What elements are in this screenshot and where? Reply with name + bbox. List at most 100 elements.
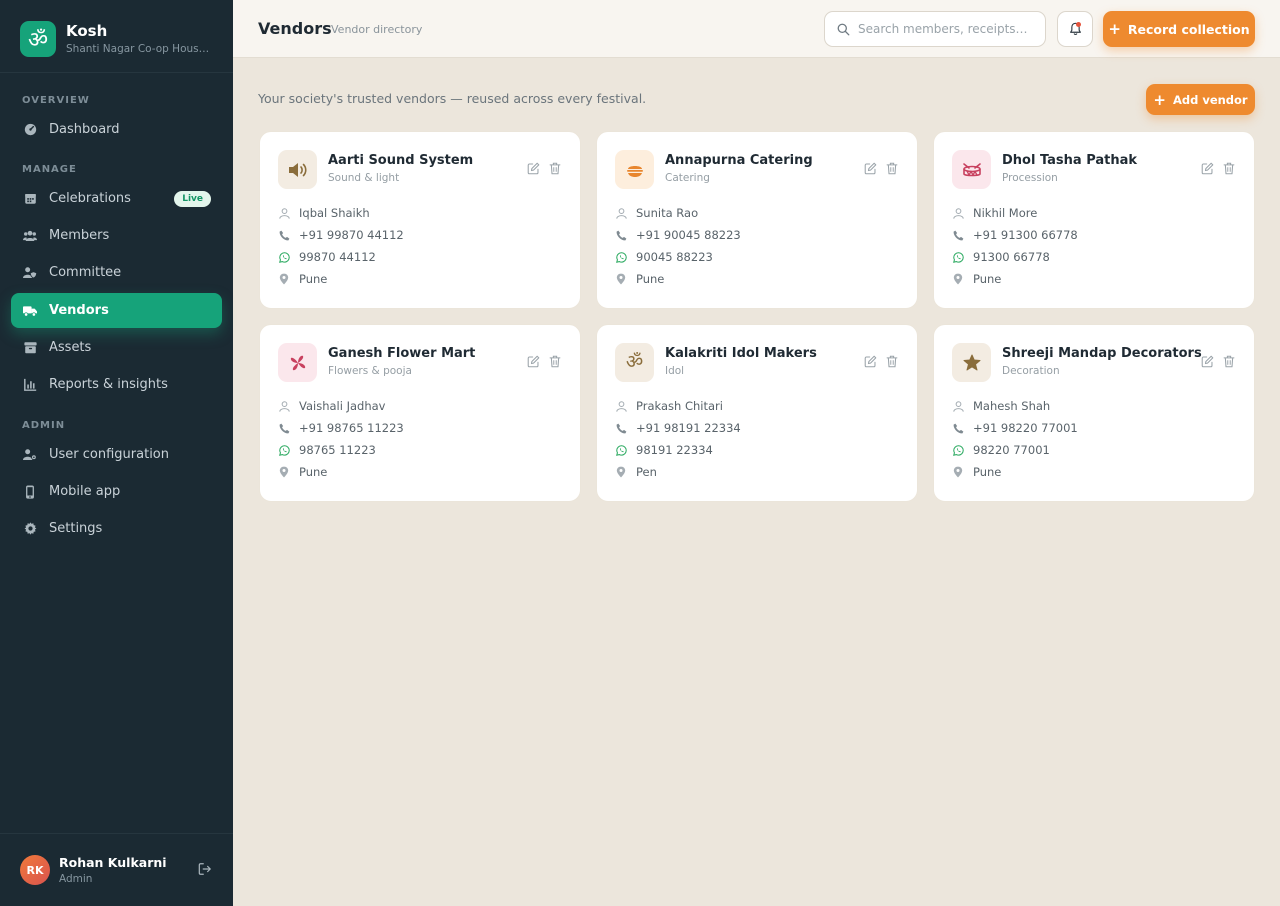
sidebar-item-label: Reports & insights xyxy=(49,377,168,392)
search-box[interactable] xyxy=(824,11,1046,47)
edit-icon[interactable] xyxy=(527,355,540,368)
edit-icon[interactable] xyxy=(1201,355,1214,368)
vendor-city-row: Pune xyxy=(278,272,327,286)
om-icon: ॐ xyxy=(615,343,654,382)
user-role: Admin xyxy=(59,873,93,885)
vendor-phone-row[interactable]: +91 98191 22334 xyxy=(615,421,741,435)
app-name: Kosh xyxy=(66,22,108,40)
vendor-name: Shreeji Mandap Decorators xyxy=(1002,346,1202,361)
user-icon xyxy=(278,207,290,219)
vendor-whatsapp-row[interactable]: 98191 22334 xyxy=(615,443,713,457)
vendor-whatsapp[interactable]: 98765 11223 xyxy=(299,443,376,457)
vendor-phone[interactable]: +91 99870 44112 xyxy=(299,228,404,242)
avatar: RK xyxy=(20,855,50,885)
sidebar-item-label: Vendors xyxy=(49,303,109,318)
trash-icon[interactable] xyxy=(886,355,899,368)
edit-icon[interactable] xyxy=(527,162,540,175)
sidebar-item-reports[interactable]: Reports & insights xyxy=(11,367,222,402)
vendor-whatsapp-row[interactable]: 98765 11223 xyxy=(278,443,376,457)
add-vendor-button[interactable]: + Add vendor xyxy=(1146,84,1255,115)
brand[interactable]: ॐ Kosh Shanti Nagar Co-op Housing Societ… xyxy=(20,20,211,57)
vendor-phone-row[interactable]: +91 98220 77001 xyxy=(952,421,1078,435)
vendor-whatsapp-row[interactable]: 98220 77001 xyxy=(952,443,1050,457)
calendar-icon xyxy=(23,192,37,206)
sidebar-item-label: Assets xyxy=(49,340,92,355)
vendor-phone[interactable]: +91 91300 66778 xyxy=(973,228,1078,242)
search-input[interactable] xyxy=(858,22,1038,36)
phone-icon xyxy=(952,422,964,434)
vendor-whatsapp[interactable]: 90045 88223 xyxy=(636,250,713,264)
vendor-whatsapp[interactable]: 99870 44112 xyxy=(299,250,376,264)
vendor-category: Idol xyxy=(665,365,685,377)
whatsapp-icon xyxy=(615,251,627,263)
vendor-whatsapp-row[interactable]: 90045 88223 xyxy=(615,250,713,264)
vendor-phone[interactable]: +91 98220 77001 xyxy=(973,421,1078,435)
vendor-whatsapp[interactable]: 91300 66778 xyxy=(973,250,1050,264)
vendor-card[interactable]: Annapurna Catering Catering Sunita Rao +91 … xyxy=(596,131,918,309)
sidebar-item-label: Settings xyxy=(49,521,103,536)
vendor-phone[interactable]: +91 98765 11223 xyxy=(299,421,404,435)
vendor-city-row: Pune xyxy=(952,272,1001,286)
vendor-card[interactable]: ॐ Kalakriti Idol Makers Idol Prakash Chitar… xyxy=(596,324,918,502)
vendor-whatsapp-row[interactable]: 99870 44112 xyxy=(278,250,376,264)
trash-icon[interactable] xyxy=(1223,355,1236,368)
user-icon xyxy=(615,400,627,412)
vendor-city: Pen xyxy=(636,465,657,479)
sidebar-item-label: Celebrations xyxy=(49,191,131,206)
vendor-whatsapp[interactable]: 98220 77001 xyxy=(973,443,1050,457)
edit-icon[interactable] xyxy=(1201,162,1214,175)
vendor-city-row: Pune xyxy=(278,465,327,479)
vendor-phone-row[interactable]: +91 91300 66778 xyxy=(952,228,1078,242)
vendor-whatsapp-row[interactable]: 91300 66778 xyxy=(952,250,1050,264)
vendor-contact: Nikhil More xyxy=(973,206,1038,220)
top-header: Vendors Vendor directory + Record collec… xyxy=(233,0,1280,58)
logout-icon[interactable] xyxy=(198,862,214,878)
vendor-card[interactable]: Aarti Sound System Sound & light Iqbal Sha… xyxy=(259,131,581,309)
vendor-name: Kalakriti Idol Makers xyxy=(665,346,817,361)
sidebar-item-members[interactable]: Members xyxy=(11,218,222,253)
vendor-category: Procession xyxy=(1002,172,1058,184)
user-icon xyxy=(615,207,627,219)
sidebar-item-committee[interactable]: Committee xyxy=(11,255,222,290)
edit-icon[interactable] xyxy=(864,162,877,175)
trash-icon[interactable] xyxy=(549,162,562,175)
sidebar-item-dashboard[interactable]: Dashboard xyxy=(11,112,222,147)
search-icon xyxy=(837,23,850,36)
record-collection-button[interactable]: + Record collection xyxy=(1103,11,1255,47)
gauge-icon xyxy=(23,123,37,137)
user-cog-icon xyxy=(23,448,37,462)
om-logo-icon: ॐ xyxy=(20,20,56,57)
intro-text: Your society's trusted vendors — reused … xyxy=(258,91,647,106)
edit-icon[interactable] xyxy=(864,355,877,368)
trash-icon[interactable] xyxy=(1223,162,1236,175)
sidebar-item-vendors[interactable]: Vendors xyxy=(11,293,222,328)
vendor-phone[interactable]: +91 98191 22334 xyxy=(636,421,741,435)
vendor-category: Sound & light xyxy=(328,172,400,184)
vendor-phone-row[interactable]: +91 98765 11223 xyxy=(278,421,404,435)
vendor-city: Pune xyxy=(299,272,328,286)
notifications-button[interactable] xyxy=(1057,11,1093,47)
sidebar-item-settings[interactable]: Settings xyxy=(11,511,222,546)
trash-icon[interactable] xyxy=(549,355,562,368)
vendor-city: Pune xyxy=(973,465,1002,479)
sidebar-item-celebrations[interactable]: Celebrations Live xyxy=(11,181,222,216)
trash-icon[interactable] xyxy=(886,162,899,175)
vendor-phone-row[interactable]: +91 90045 88223 xyxy=(615,228,741,242)
vendor-phone-row[interactable]: +91 99870 44112 xyxy=(278,228,404,242)
sidebar-item-mobile-app[interactable]: Mobile app xyxy=(11,474,222,509)
button-label: Record collection xyxy=(1127,21,1250,37)
vendor-contact-row: Sunita Rao xyxy=(615,206,698,220)
vendor-card[interactable]: Dhol Tasha Pathak Procession Nikhil More +9… xyxy=(933,131,1255,309)
vendor-phone[interactable]: +91 90045 88223 xyxy=(636,228,741,242)
vendor-contact: Iqbal Shaikh xyxy=(299,206,370,220)
vendor-whatsapp[interactable]: 98191 22334 xyxy=(636,443,713,457)
vendor-contact: Prakash Chitari xyxy=(636,399,723,413)
user-icon xyxy=(952,400,964,412)
user-profile[interactable]: RK Rohan Kulkarni Admin xyxy=(20,855,167,885)
user-shield-icon xyxy=(23,266,37,280)
sidebar-item-user-configuration[interactable]: User configuration xyxy=(11,437,222,472)
vendor-card[interactable]: Shreeji Mandap Decorators Decoration Mahes… xyxy=(933,324,1255,502)
sidebar-item-assets[interactable]: Assets xyxy=(11,330,222,365)
nav-section-overview: OVERVIEW xyxy=(22,95,90,106)
vendor-card[interactable]: Ganesh Flower Mart Flowers & pooja Vaishal… xyxy=(259,324,581,502)
